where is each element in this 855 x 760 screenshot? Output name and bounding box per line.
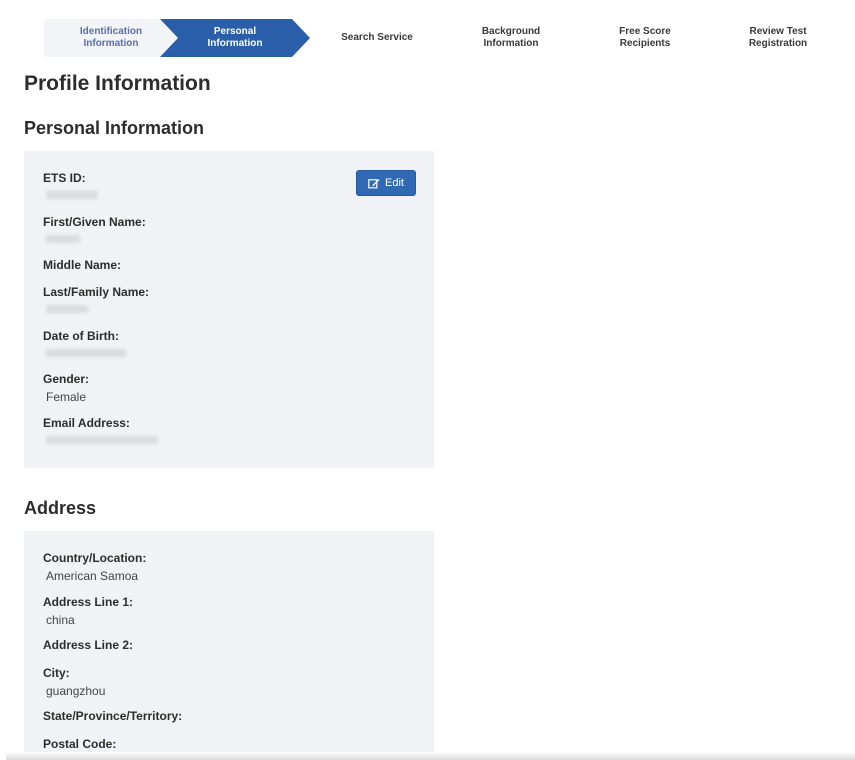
- redacted-value: [46, 349, 126, 357]
- field-postal-code: Postal Code:: [43, 737, 116, 751]
- step-label-line1: Review Test: [749, 26, 807, 37]
- field-label: First/Given Name:: [43, 215, 146, 229]
- redacted-value: [46, 235, 80, 243]
- field-state-province-territory: State/Province/Territory:: [43, 709, 182, 723]
- personal-information-heading: Personal Information: [24, 118, 205, 138]
- step-label-line2: Registration: [748, 38, 808, 49]
- field-label: ETS ID:: [43, 171, 86, 185]
- field-label: Address Line 2:: [43, 638, 134, 652]
- field-label: Email Address:: [43, 416, 130, 430]
- field-label: Address Line 1:: [43, 595, 134, 609]
- step-label-line1: Background: [481, 26, 541, 37]
- field-label: Last/Family Name:: [43, 285, 150, 299]
- field-value: Female: [46, 390, 87, 404]
- step-label-line1: Identification: [79, 26, 143, 37]
- step-background-information[interactable]: Background Information: [444, 19, 578, 57]
- field-label: State/Province/Territory:: [43, 709, 183, 723]
- field-ets-id: ETS ID:: [43, 171, 98, 204]
- field-date-of-birth: Date of Birth:: [43, 329, 126, 362]
- field-city: City: guangzhou: [43, 666, 105, 698]
- address-panel: Country/Location: American Samoa Address…: [24, 531, 434, 760]
- page-title: Profile Information: [24, 72, 211, 95]
- field-email-address: Email Address:: [43, 416, 158, 449]
- edit-button[interactable]: Edit: [356, 170, 416, 196]
- page: Identification Information Personal Inform…: [0, 0, 855, 760]
- step-label-line2: Information: [207, 38, 263, 49]
- step-label-line1: Free Score: [619, 26, 671, 37]
- field-label: Date of Birth:: [43, 329, 119, 343]
- field-label: Country/Location:: [43, 551, 147, 565]
- step-label-line2: Information: [483, 38, 539, 49]
- step-free-score-recipients[interactable]: Free Score Recipients: [578, 19, 712, 57]
- field-address-line-2: Address Line 2:: [43, 638, 133, 652]
- step-label-line1: Personal: [213, 26, 257, 37]
- redacted-value: [46, 305, 88, 313]
- progress-steps: Identification Information Personal Inform…: [44, 19, 844, 57]
- field-last-name: Last/Family Name:: [43, 285, 149, 318]
- field-value: American Samoa: [46, 569, 139, 583]
- step-label-line2: Information: [83, 38, 139, 49]
- field-label: City:: [43, 666, 70, 680]
- redacted-value: [46, 191, 98, 199]
- field-value: china: [46, 613, 75, 627]
- field-middle-name: Middle Name:: [43, 258, 121, 272]
- field-address-line-1: Address Line 1: china: [43, 595, 133, 627]
- field-value: guangzhou: [46, 684, 106, 698]
- redacted-value: [46, 436, 158, 444]
- field-gender: Gender: Female: [43, 372, 89, 404]
- address-heading: Address: [24, 498, 97, 518]
- field-label: Gender:: [43, 372, 90, 386]
- step-label-line2: Recipients: [619, 38, 671, 49]
- edit-button-label: Edit: [385, 177, 404, 189]
- field-first-name: First/Given Name:: [43, 215, 146, 248]
- step-personal-information[interactable]: Personal Information: [160, 19, 310, 57]
- step-review-test-registration[interactable]: Review Test Registration: [712, 19, 844, 57]
- personal-information-panel: Edit ETS ID: First/Given Name: Middle Na…: [24, 151, 434, 468]
- field-label: Middle Name:: [43, 258, 122, 272]
- field-country-location: Country/Location: American Samoa: [43, 551, 146, 583]
- step-label-line1: Search Service: [341, 32, 413, 43]
- field-label: Postal Code:: [43, 737, 117, 751]
- edit-icon: [368, 178, 380, 188]
- step-identification-information[interactable]: Identification Information: [44, 19, 178, 57]
- step-search-service[interactable]: Search Service: [310, 19, 444, 57]
